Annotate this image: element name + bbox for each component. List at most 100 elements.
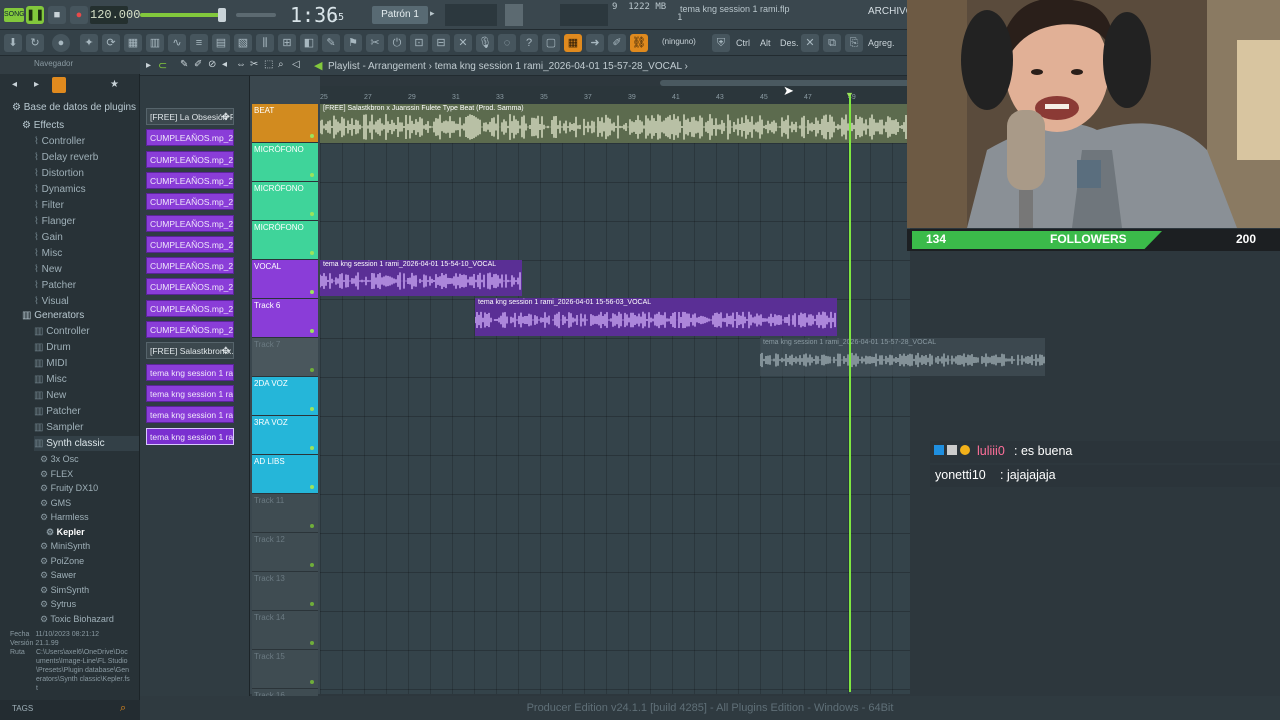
tool-icon-16[interactable]: ⊟ xyxy=(432,34,450,52)
tool-icon-3[interactable]: ▦ xyxy=(124,34,142,52)
tool-icon-1[interactable]: ✦ xyxy=(80,34,98,52)
channel-5[interactable]: CUMPLEAÑOS.mp_2026-0... xyxy=(146,193,234,211)
effects-folder[interactable]: ⚙ Effects xyxy=(22,118,64,133)
tool-icon-10[interactable]: ◧ xyxy=(300,34,318,52)
channel-9[interactable]: CUMPLEAÑOS.mp_2026-0... xyxy=(146,278,234,296)
track-header-9[interactable]: 3RA VOZ xyxy=(252,416,318,455)
midi-input-selector[interactable]: (ninguno) xyxy=(662,37,696,46)
track-mute-led[interactable] xyxy=(310,485,314,489)
track-mute-led[interactable] xyxy=(310,641,314,645)
effects-item-flanger[interactable]: ⌇ Flanger xyxy=(34,214,76,229)
channel-13[interactable]: tema kng session 1 rami... xyxy=(146,363,234,381)
tool-icon-15[interactable]: ⊡ xyxy=(410,34,428,52)
tool-icon-5[interactable]: ∿ xyxy=(168,34,186,52)
generators-folder[interactable]: ▥ Generators xyxy=(22,308,84,323)
playlist-clip-vocal-2[interactable]: tema kng session 1 rami_2026-04-01 15-56… xyxy=(475,298,837,336)
channel-8[interactable]: CUMPLEAÑOS.mp_2026-0... xyxy=(146,257,234,275)
synth-item-minisynth[interactable]: ⚙ MiniSynth xyxy=(40,539,90,554)
channel-14[interactable]: tema kng session 1 rami... xyxy=(146,384,234,402)
track-header-5[interactable]: VOCAL xyxy=(252,260,318,299)
pencil-tool-icon[interactable]: ✎ xyxy=(180,59,188,70)
generators-item-midi[interactable]: ▥ MIDI xyxy=(34,356,67,371)
slip-tool-icon[interactable]: ⇔ xyxy=(236,59,246,70)
delete-tool-icon[interactable]: ⊘ xyxy=(208,59,216,70)
playlist-clip-vocal-1[interactable]: tema kng session 1 rami_2026-04-01 15-54… xyxy=(320,260,522,296)
tool-icon-11[interactable]: ✎ xyxy=(322,34,340,52)
microphone-icon[interactable]: 🎙 xyxy=(476,34,494,52)
synth-item-simsynth[interactable]: ⚙ SimSynth xyxy=(40,583,89,598)
effects-item-visual[interactable]: ⌇ Visual xyxy=(34,294,69,309)
tool-icon-13[interactable]: ✂ xyxy=(366,34,384,52)
effects-item-dynamics[interactable]: ⌇ Dynamics xyxy=(34,182,86,197)
channel-move-icon[interactable]: ✥ xyxy=(222,109,230,124)
channel-11[interactable]: CUMPLEAÑOS.mp_2026-0... xyxy=(146,321,234,338)
synth-item-toxic-biohazard[interactable]: ⚙ Toxic Biohazard xyxy=(40,612,114,627)
track-mute-led[interactable] xyxy=(310,368,314,372)
track-header-13[interactable]: Track 13 xyxy=(252,572,318,611)
time-ruler[interactable]: 25 27 29 31 33 35 37 39 41 43 45 47 49 xyxy=(320,86,910,104)
pattern-selector[interactable]: Patrón 1 xyxy=(372,6,428,24)
select-tool-icon[interactable]: ⬚ xyxy=(264,59,273,70)
effects-item-filter[interactable]: ⌇ Filter xyxy=(34,198,64,213)
synth-item-fruity-dx10[interactable]: ⚙ Fruity DX10 xyxy=(40,481,98,496)
track-header-14[interactable]: Track 14 xyxy=(252,611,318,650)
playhead-line[interactable] xyxy=(849,96,851,692)
play-button[interactable]: ❚❚ xyxy=(26,6,44,24)
generators-item-patcher[interactable]: ▥ Patcher xyxy=(34,404,81,419)
track-header-2[interactable]: MICRÓFONO xyxy=(252,143,318,182)
tool-icon-20[interactable]: ✐ xyxy=(608,34,626,52)
track-mute-led[interactable] xyxy=(310,173,314,177)
master-volume-slider[interactable] xyxy=(140,13,225,17)
playlist-clip-beat[interactable]: [FREE] Salastkbron x Juanssin Fulete Typ… xyxy=(320,104,910,143)
channel-6[interactable]: CUMPLEAÑOS.mp_2026-0... xyxy=(146,214,234,232)
slice-tool-icon[interactable]: ✂ xyxy=(250,59,258,70)
stop-button[interactable]: ■ xyxy=(48,6,66,24)
brush-tool-icon[interactable]: ✐ xyxy=(194,59,202,70)
arrangement-grid[interactable]: [FREE] Salastkbron x Juanssin Fulete Typ… xyxy=(320,104,1045,694)
channel-2[interactable]: CUMPLEAÑOS.mp_2026-0... xyxy=(146,129,234,147)
channel-16[interactable]: tema kng session 1 rami... xyxy=(146,427,234,445)
playlist-menu-icon[interactable]: ▸ xyxy=(146,60,151,71)
tool-icon-8[interactable]: ▧ xyxy=(234,34,252,52)
tool-icon-9[interactable]: ⊞ xyxy=(278,34,296,52)
record-button[interactable]: ● xyxy=(70,6,88,24)
track-header-15[interactable]: Track 15 xyxy=(252,650,318,689)
ctrl-button[interactable]: Ctrl xyxy=(736,38,750,48)
track-mute-led[interactable] xyxy=(310,407,314,411)
paste-icon[interactable]: ⎘ xyxy=(845,34,863,52)
playback-tool-icon[interactable]: ◁ xyxy=(292,59,300,70)
effects-item-distortion[interactable]: ⌇ Distortion xyxy=(34,166,84,181)
copy-icon[interactable]: ⧉ xyxy=(823,34,841,52)
channel-1[interactable]: [FREE] La Obsesión F... ✥ xyxy=(146,108,234,125)
zoom-tool-icon[interactable]: ⌕ xyxy=(278,59,284,70)
track-header-3[interactable]: MICRÓFONO xyxy=(252,182,318,221)
song-mode-toggle[interactable]: SONG xyxy=(4,8,25,22)
generators-item-synth-classic[interactable]: ▥ Synth classic xyxy=(34,436,139,451)
synth-item-sytrus[interactable]: ⚙ Sytrus xyxy=(40,597,76,612)
deshacer-button[interactable]: Des. xyxy=(780,38,799,48)
track-header-7[interactable]: Track 7 xyxy=(252,338,318,377)
help-icon[interactable]: ? xyxy=(520,34,538,52)
track-header-6[interactable]: Track 6 xyxy=(252,299,318,338)
generators-item-new[interactable]: ▥ New xyxy=(34,388,66,403)
tool-icon-19[interactable]: ▦ xyxy=(564,34,582,52)
track-header-11[interactable]: Track 11 xyxy=(252,494,318,533)
channel-12[interactable]: [FREE] Salastkbron x... ✥ xyxy=(146,342,234,360)
knob-icon[interactable]: ● xyxy=(52,34,70,52)
channel-15[interactable]: tema kng session 1 rami... xyxy=(146,406,234,424)
tool-icon-2[interactable]: ⟳ xyxy=(102,34,120,52)
arrow-right-icon[interactable]: ➜ xyxy=(586,34,604,52)
effects-item-patcher[interactable]: ⌇ Patcher xyxy=(34,278,76,293)
track-header-8[interactable]: 2DA VOZ xyxy=(252,377,318,416)
close-icon[interactable]: ✕ xyxy=(801,34,819,52)
channel-4[interactable]: CUMPLEAÑOS.mp_2026-0... xyxy=(146,171,234,189)
generators-item-controller[interactable]: ▥ Controller xyxy=(34,324,90,339)
agregar-button[interactable]: Agreg. xyxy=(868,38,895,48)
generators-item-misc[interactable]: ▥ Misc xyxy=(34,372,67,387)
tempo-display[interactable]: 120.000 xyxy=(90,6,140,24)
generators-item-drum[interactable]: ▥ Drum xyxy=(34,340,71,355)
synth-item-kepler[interactable]: ⚙ Kepler xyxy=(46,525,85,540)
tags-search-icon[interactable]: ⌕ xyxy=(120,702,126,715)
track-header-1[interactable]: BEAT xyxy=(252,104,318,143)
channel-move-icon[interactable]: ✥ xyxy=(222,343,230,358)
